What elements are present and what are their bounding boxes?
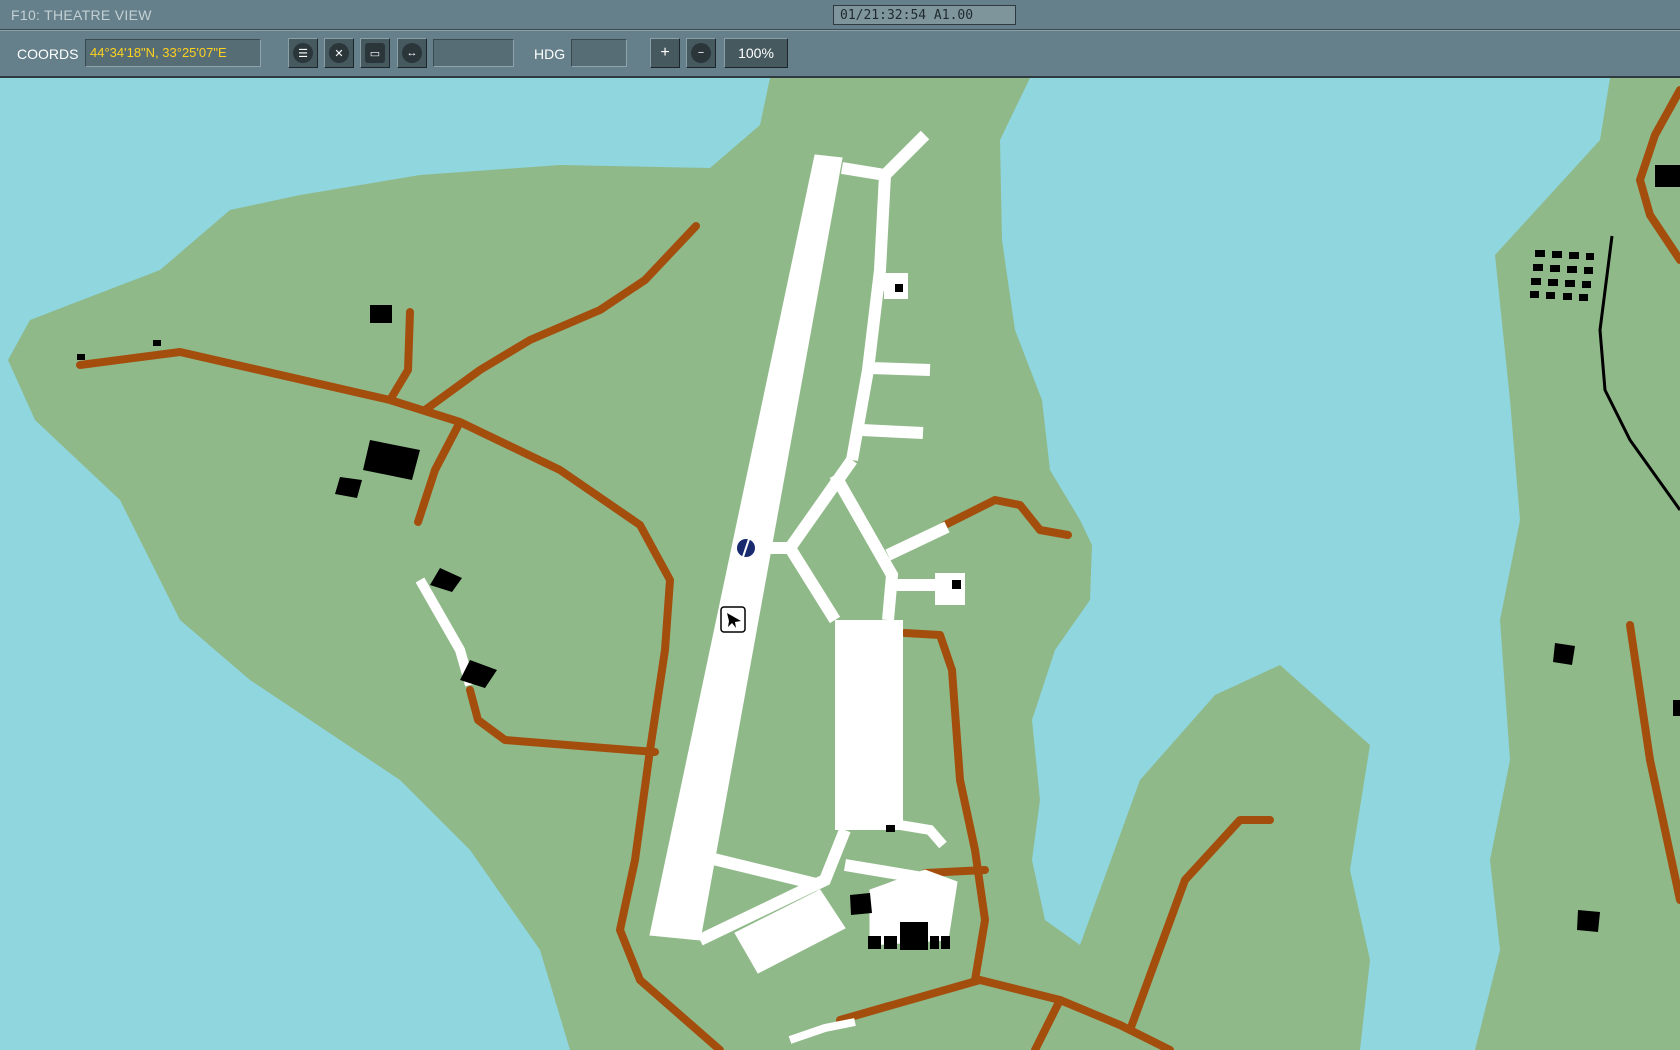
building [1553,643,1575,665]
taxiway-stub [861,424,924,439]
main-apron [835,620,903,830]
coords-label: COORDS [17,46,79,62]
taxiway-stub [869,362,931,376]
building [1655,165,1680,187]
building [153,340,161,346]
title-bar: F10: THEATRE VIEW 01/21:32:54 A1.00 [0,0,1680,30]
building [895,284,903,292]
mission-clock: 01/21:32:54 A1.00 [833,5,1016,25]
ruler-off-icon: ✕ [329,43,349,63]
building [941,936,950,949]
road [921,866,989,877]
zoom-level-button[interactable]: 100% [724,38,788,68]
hdg-label: HDG [534,46,566,62]
building [886,825,895,832]
building [952,580,961,589]
building [1577,910,1600,932]
zoom-in-button[interactable]: + [650,38,680,68]
measure-icon: ↔ [402,43,422,63]
zoom-out-button[interactable]: − [686,38,716,68]
hdg-field[interactable] [571,39,627,67]
window-title: F10: THEATRE VIEW [11,7,152,23]
coords-field[interactable]: 44°34'18"N, 33°25'07"E [85,39,261,67]
building [930,936,939,949]
building [370,305,392,323]
map-toolbar: COORDS 44°34'18"N, 33°25'07"E ☰ ✕ ▭ ↔ HD… [0,30,1680,78]
building [1673,700,1680,716]
building [884,936,897,949]
aircraft-marker-icon[interactable] [720,606,746,633]
building [77,354,85,360]
labels-icon: ☰ [293,43,313,63]
comment-button[interactable]: ▭ [360,38,390,68]
measure-distance-field[interactable] [433,39,514,67]
building [868,936,881,949]
labels-toggle-button[interactable]: ☰ [288,38,318,68]
building [850,893,872,915]
measure-button[interactable]: ↔ [397,38,427,68]
building [900,922,928,950]
ruler-off-button[interactable]: ✕ [324,38,354,68]
theatre-map[interactable] [0,78,1680,1050]
comment-icon: ▭ [365,43,385,63]
zoom-out-icon: − [691,43,711,63]
